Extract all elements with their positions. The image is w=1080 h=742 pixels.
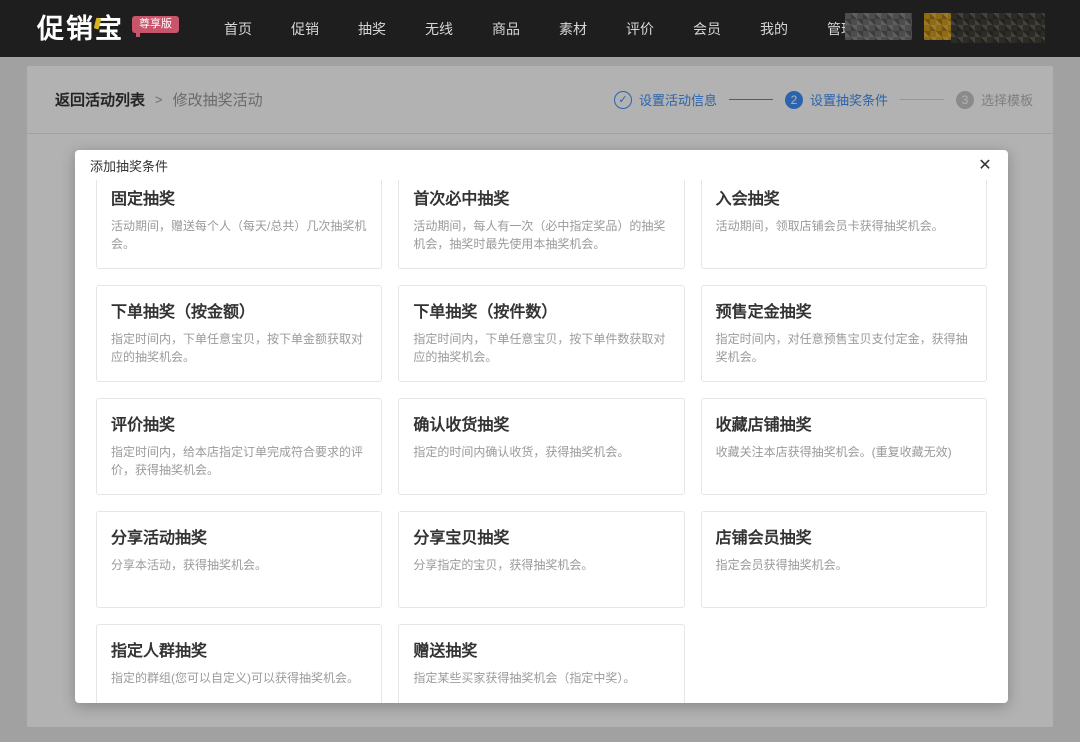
add-lottery-condition-dialog: 添加抽奖条件 ✕ 固定抽奖 活动期间，赠送每个人（每天/总共）几次抽奖机会。 首…: [75, 150, 1008, 703]
card-desc: 指定时间内，下单任意宝贝，按下单金额获取对应的抽奖机会。: [111, 330, 367, 366]
card-title: 指定人群抽奖: [111, 642, 367, 662]
card-title: 分享活动抽奖: [111, 529, 367, 549]
card-title: 分享宝贝抽奖: [413, 529, 669, 549]
card-desc: 指定时间内，给本店指定订单完成符合要求的评价，获得抽奖机会。: [111, 443, 367, 479]
card-desc: 分享指定的宝贝，获得抽奖机会。: [413, 556, 669, 574]
card-desc: 活动期间，赠送每个人（每天/总共）几次抽奖机会。: [111, 217, 367, 253]
top-navbar: 促销宝 尊享版 首页促销抽奖无线商品素材评价会员我的管理: [0, 0, 1080, 57]
logo-text: 促销宝: [37, 14, 124, 44]
card-desc: 活动期间，每人有一次（必中指定奖品）的抽奖机会，抽奖时最先使用本抽奖机会。: [413, 217, 669, 253]
redacted-user-block: [845, 13, 912, 40]
card-title: 固定抽奖: [111, 190, 367, 210]
edition-badge: 尊享版: [132, 16, 179, 33]
card-desc: 指定时间内，对任意预售宝贝支付定金，获得抽奖机会。: [716, 330, 972, 366]
dialog-title: 添加抽奖条件: [90, 156, 168, 175]
card-title: 赠送抽奖: [413, 642, 669, 662]
card-desc: 活动期间，领取店铺会员卡获得抽奖机会。: [716, 217, 972, 235]
nav-item[interactable]: 会员: [693, 19, 721, 39]
card-title: 下单抽奖（按件数）: [413, 303, 669, 323]
redacted-account-block: [951, 13, 1045, 43]
lottery-type-card[interactable]: 确认收货抽奖 指定的时间内确认收货，获得抽奖机会。: [398, 398, 684, 495]
nav-item[interactable]: 抽奖: [358, 19, 386, 39]
card-title: 预售定金抽奖: [716, 303, 972, 323]
lottery-type-card[interactable]: 预售定金抽奖 指定时间内，对任意预售宝贝支付定金，获得抽奖机会。: [701, 285, 987, 382]
close-icon[interactable]: ✕: [974, 155, 996, 177]
dialog-body: 固定抽奖 活动期间，赠送每个人（每天/总共）几次抽奖机会。 首次必中抽奖 活动期…: [75, 180, 1008, 703]
lottery-type-card[interactable]: 赠送抽奖 指定某些买家获得抽奖机会（指定中奖）。: [398, 624, 684, 703]
card-desc: 指定会员获得抽奖机会。: [716, 556, 972, 574]
nav-item[interactable]: 商品: [492, 19, 520, 39]
dialog-header: 添加抽奖条件 ✕: [75, 150, 1008, 180]
lottery-type-card[interactable]: 分享宝贝抽奖 分享指定的宝贝，获得抽奖机会。: [398, 511, 684, 608]
lottery-type-card[interactable]: 评价抽奖 指定时间内，给本店指定订单完成符合要求的评价，获得抽奖机会。: [96, 398, 382, 495]
card-title: 店铺会员抽奖: [716, 529, 972, 549]
lottery-type-card[interactable]: 分享活动抽奖 分享本活动，获得抽奖机会。: [96, 511, 382, 608]
nav-item[interactable]: 促销: [291, 19, 319, 39]
nav-item[interactable]: 评价: [626, 19, 654, 39]
redacted-avatar-block: [924, 13, 951, 40]
card-desc: 收藏关注本店获得抽奖机会。(重复收藏无效): [716, 443, 972, 461]
lottery-type-grid: 固定抽奖 活动期间，赠送每个人（每天/总共）几次抽奖机会。 首次必中抽奖 活动期…: [96, 180, 987, 703]
card-title: 评价抽奖: [111, 416, 367, 436]
lottery-type-card[interactable]: 下单抽奖（按件数） 指定时间内，下单任意宝贝，按下单件数获取对应的抽奖机会。: [398, 285, 684, 382]
nav-menu: 首页促销抽奖无线商品素材评价会员我的管理: [224, 19, 855, 39]
card-desc: 指定某些买家获得抽奖机会（指定中奖）。: [413, 669, 669, 687]
lottery-type-card[interactable]: 首次必中抽奖 活动期间，每人有一次（必中指定奖品）的抽奖机会，抽奖时最先使用本抽…: [398, 180, 684, 269]
card-desc: 指定时间内，下单任意宝贝，按下单件数获取对应的抽奖机会。: [413, 330, 669, 366]
lottery-type-card[interactable]: 入会抽奖 活动期间，领取店铺会员卡获得抽奖机会。: [701, 180, 987, 269]
lottery-type-card[interactable]: 收藏店铺抽奖 收藏关注本店获得抽奖机会。(重复收藏无效): [701, 398, 987, 495]
card-title: 确认收货抽奖: [413, 416, 669, 436]
app-logo[interactable]: 促销宝 尊享版: [37, 14, 179, 44]
card-title: 下单抽奖（按金额）: [111, 303, 367, 323]
nav-item[interactable]: 素材: [559, 19, 587, 39]
card-desc: 指定的群组(您可以自定义)可以获得抽奖机会。: [111, 669, 367, 687]
nav-item[interactable]: 无线: [425, 19, 453, 39]
nav-item[interactable]: 首页: [224, 19, 252, 39]
lottery-type-card[interactable]: 指定人群抽奖 指定的群组(您可以自定义)可以获得抽奖机会。: [96, 624, 382, 703]
card-title: 首次必中抽奖: [413, 190, 669, 210]
lottery-type-card[interactable]: 店铺会员抽奖 指定会员获得抽奖机会。: [701, 511, 987, 608]
lottery-type-card[interactable]: 下单抽奖（按金额） 指定时间内，下单任意宝贝，按下单金额获取对应的抽奖机会。: [96, 285, 382, 382]
lottery-type-card[interactable]: 固定抽奖 活动期间，赠送每个人（每天/总共）几次抽奖机会。: [96, 180, 382, 269]
card-title: 收藏店铺抽奖: [716, 416, 972, 436]
card-desc: 分享本活动，获得抽奖机会。: [111, 556, 367, 574]
nav-item[interactable]: 我的: [760, 19, 788, 39]
card-desc: 指定的时间内确认收货，获得抽奖机会。: [413, 443, 669, 461]
card-title: 入会抽奖: [716, 190, 972, 210]
